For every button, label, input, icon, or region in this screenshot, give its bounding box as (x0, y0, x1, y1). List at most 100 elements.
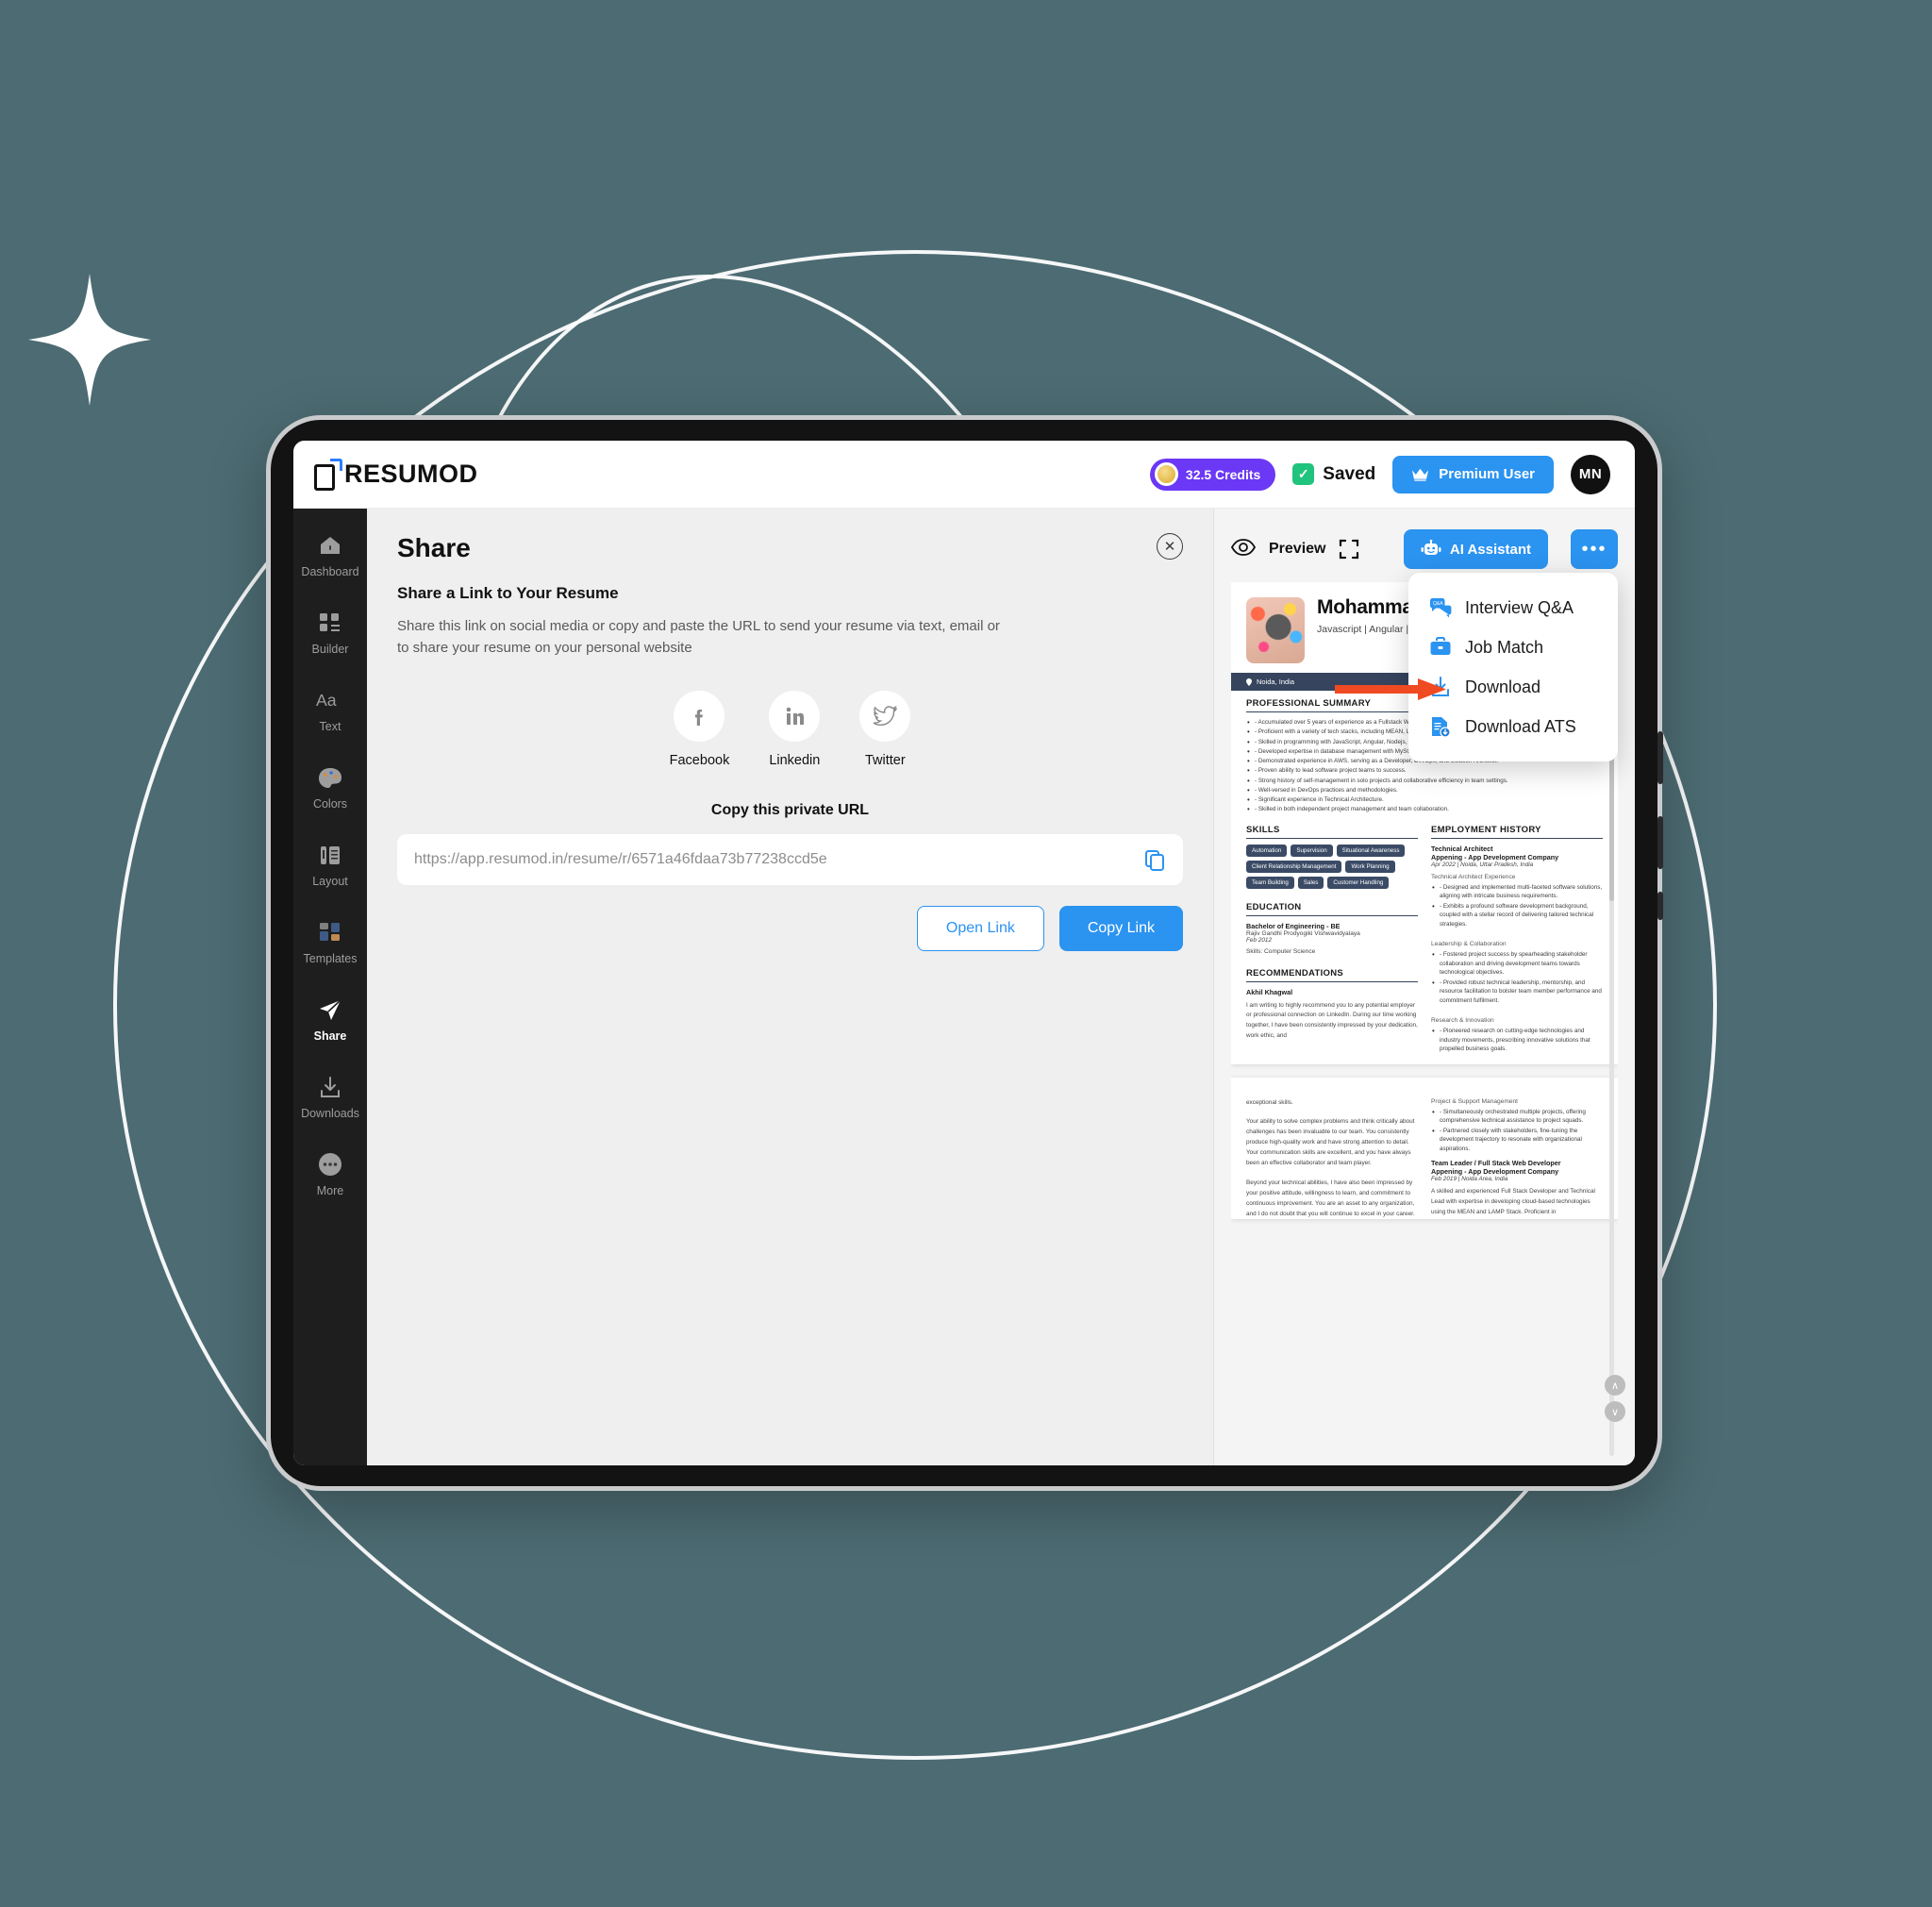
copy-link-button[interactable]: Copy Link (1058, 906, 1183, 951)
expand-icon (1340, 539, 1359, 560)
education-school: Rajiv Gandhi Prodyogiki Vishwavidyalaya (1246, 929, 1360, 937)
ai-assistant-label: AI Assistant (1449, 541, 1531, 558)
sidebar-item-builder[interactable]: Builder (293, 607, 367, 660)
bullet: - Designed and implemented multi-faceted… (1431, 883, 1603, 902)
sidebar-item-share[interactable]: Share (293, 994, 367, 1046)
page2-paragraph: Beyond your technical abilities, I have … (1246, 1179, 1415, 1217)
sidebar: Dashboard Builder Aa Text Colors Layout … (293, 509, 367, 1465)
skill-tag: Supervision (1291, 844, 1333, 857)
scroll-down-button[interactable]: ∨ (1605, 1401, 1625, 1422)
menu-item-job-match[interactable]: Job Match (1416, 627, 1610, 667)
job-group-heading: Leadership & Collaboration (1431, 940, 1507, 947)
sidebar-label: Dashboard (301, 565, 359, 578)
resume-section-title: EDUCATION (1246, 902, 1418, 916)
page2-job-role: Team Leader / Full Stack Web Developer (1431, 1159, 1561, 1168)
menu-label: Download ATS (1465, 716, 1576, 736)
share-twitter-button[interactable]: Twitter (859, 691, 911, 768)
sidebar-label: More (316, 1184, 344, 1197)
credits-badge[interactable]: 32.5 Credits (1149, 458, 1276, 491)
page2-first-line: exceptional skills. (1246, 1098, 1293, 1106)
social-share-row: Facebook Linkedin Twitter (397, 691, 1183, 768)
sidebar-label: Share (313, 1029, 347, 1043)
app-screen: RESUMOD 32.5 Credits ✓ Saved Premium Use… (293, 441, 1635, 1465)
sparkle-top-left (28, 274, 151, 406)
scroll-up-button[interactable]: ∧ (1605, 1375, 1625, 1396)
resume-page-2: exceptional skills. Your ability to solv… (1231, 1077, 1618, 1220)
location-pin-icon (1246, 677, 1252, 686)
sidebar-item-dashboard[interactable]: Dashboard (293, 529, 367, 582)
menu-item-download-ats[interactable]: Download ATS (1416, 707, 1610, 746)
resume-location: Noida, India (1257, 677, 1295, 686)
resume-page2-right: Project & Support Management - Simultane… (1431, 1098, 1603, 1220)
tablet-button-volume-up (1657, 731, 1663, 784)
bullet: - Proven ability to lead software projec… (1246, 766, 1603, 776)
share-panel: Share ✕ Share a Link to Your Resume Shar… (367, 509, 1214, 1465)
sidebar-label: Templates (303, 952, 358, 965)
social-label: Linkedin (769, 753, 821, 768)
header-actions: 32.5 Credits ✓ Saved Premium User MN (1149, 454, 1610, 494)
more-icon (318, 1152, 342, 1177)
builder-icon (319, 611, 341, 635)
sidebar-item-text[interactable]: Aa Text (293, 684, 367, 737)
sidebar-item-more[interactable]: More (293, 1148, 367, 1201)
share-header: Share ✕ (397, 533, 1183, 563)
share-description: Share this link on social media or copy … (397, 618, 1000, 656)
copy-to-clipboard-button[interactable] (1143, 848, 1166, 871)
page2-bullets: - Simultaneously orchestrated multiple p… (1431, 1108, 1603, 1154)
briefcase-icon (1430, 637, 1451, 655)
ai-assistant-button[interactable]: AI Assistant (1403, 529, 1548, 569)
skill-tag: Situational Awareness (1336, 844, 1406, 857)
sidebar-item-colors[interactable]: Colors (293, 761, 367, 814)
social-label: Facebook (669, 753, 730, 768)
skill-tag: Client Relationship Management (1246, 860, 1342, 873)
page2-paragraph: Your ability to solve complex problems a… (1246, 1118, 1415, 1166)
facebook-icon (674, 691, 725, 742)
preview-scroll-controls: ∧ ∨ (1605, 1375, 1625, 1422)
job-role: Technical Architect (1431, 844, 1493, 853)
education-degree: Bachelor of Engineering - BE (1246, 921, 1341, 930)
skill-tag: Work Planning (1345, 860, 1395, 873)
sidebar-label: Text (319, 720, 341, 733)
resume-section-title: RECOMMENDATIONS (1246, 968, 1418, 982)
preview-label: Preview (1269, 541, 1326, 557)
resume-columns: SKILLS Automation Supervision Situationa… (1231, 815, 1618, 1055)
url-field-row (397, 834, 1183, 885)
sidebar-label: Layout (312, 875, 348, 888)
menu-label: Download (1465, 677, 1541, 696)
share-url-input[interactable] (414, 851, 1132, 868)
saved-status: ✓ Saved (1292, 463, 1375, 485)
avatar[interactable]: MN (1571, 454, 1610, 494)
app-logo[interactable]: RESUMOD (314, 458, 478, 491)
page2-job-meta: Feb 2019 | Noida Area, India (1431, 1176, 1508, 1183)
bullet: - Exhibits a profound software developme… (1431, 902, 1603, 929)
resume-skill-tags: Automation Supervision Situational Aware… (1246, 844, 1418, 889)
svg-text:Q&A: Q&A (1433, 601, 1443, 607)
bullet: - Provided robust technical leadership, … (1431, 979, 1603, 1006)
menu-item-interview-qa[interactable]: Q&A Interview Q&A (1416, 588, 1610, 627)
job-group-bullets: - Designed and implemented multi-faceted… (1431, 883, 1603, 929)
sidebar-item-downloads[interactable]: Downloads (293, 1071, 367, 1124)
share-subtitle: Share a Link to Your Resume (397, 584, 619, 602)
sidebar-item-layout[interactable]: Layout (293, 839, 367, 892)
sidebar-item-templates[interactable]: Templates (293, 916, 367, 969)
close-button[interactable]: ✕ (1157, 533, 1183, 560)
job-group-heading: Technical Architect Experience (1431, 873, 1516, 880)
share-icon (318, 997, 342, 1022)
chat-qa-icon: Q&A (1430, 598, 1452, 618)
bullet: - Pioneered research on cutting-edge tec… (1431, 1027, 1603, 1054)
fullscreen-button[interactable] (1339, 539, 1359, 560)
education-extra: Skills: Computer Science (1246, 947, 1316, 955)
job-group-bullets: - Fostered project success by spearheadi… (1431, 950, 1603, 1006)
job-meta: Apr 2022 | Noida, Uttar Pradesh, India (1431, 861, 1534, 868)
resume-section-title: EMPLOYMENT HISTORY (1431, 825, 1603, 839)
preview-scrollbar[interactable] (1609, 656, 1614, 1456)
check-icon: ✓ (1292, 463, 1315, 485)
share-facebook-button[interactable]: Facebook (669, 691, 730, 768)
premium-user-button[interactable]: Premium User (1392, 455, 1554, 493)
bullet: - Skilled in both independent project ma… (1246, 805, 1603, 814)
share-linkedin-button[interactable]: Linkedin (769, 691, 820, 768)
resume-section-title: SKILLS (1246, 825, 1418, 839)
page2-group-heading: Project & Support Management (1431, 1097, 1518, 1105)
open-link-button[interactable]: Open Link (916, 906, 1044, 951)
more-options-button[interactable]: ••• (1571, 529, 1618, 569)
